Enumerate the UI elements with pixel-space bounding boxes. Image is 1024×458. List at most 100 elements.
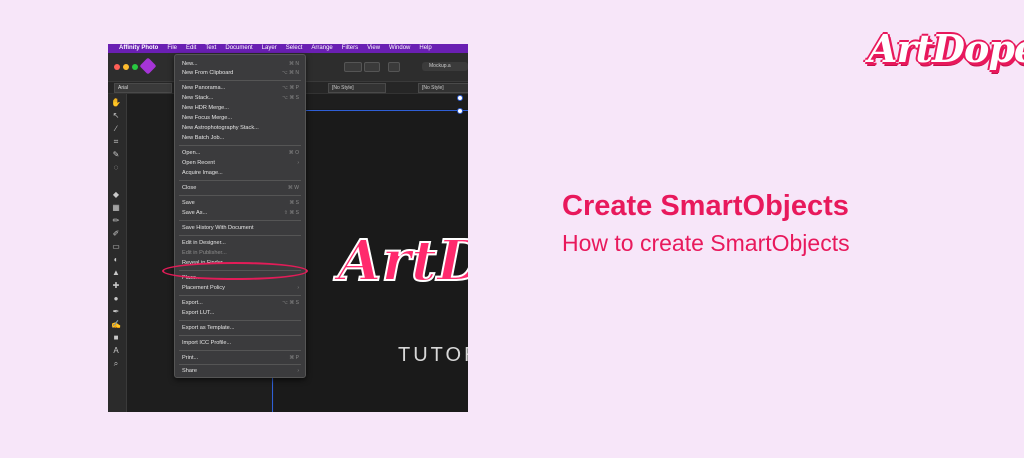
flood-fill-icon[interactable]: ◆: [111, 190, 121, 199]
menu-item-shortcut: ⌘ S: [289, 200, 299, 206]
menu-item-label: Save As...: [182, 210, 208, 216]
character-style-select[interactable]: [No Style]: [418, 83, 468, 93]
blur-tool-icon[interactable]: ●: [111, 294, 121, 303]
menu-item-label: Save History With Document: [182, 225, 254, 231]
menu-item-close[interactable]: Close ⌘ W: [175, 183, 305, 193]
zoom-window-button[interactable]: [132, 64, 138, 70]
menu-separator: [179, 235, 301, 236]
color-picker-icon[interactable]: ∕: [111, 124, 121, 133]
menu-item-label: New HDR Merge...: [182, 105, 229, 111]
menu-item-label: Placement Policy: [182, 285, 225, 291]
menu-item-shortcut: ⇧ ⌘ S: [283, 210, 299, 216]
menu-item-print[interactable]: Print... ⌘ P: [175, 353, 305, 363]
menu-item-export-lut[interactable]: Export LUT...: [175, 308, 305, 318]
paragraph-style-select[interactable]: [No Style]: [328, 83, 386, 93]
menu-item-open-recent[interactable]: Open Recent ›: [175, 158, 305, 168]
selection-handle[interactable]: [457, 108, 463, 114]
subheadline: How to create SmartObjects: [562, 230, 850, 256]
menu-separator: [179, 350, 301, 351]
menu-separator: [179, 320, 301, 321]
menu-item-label: Close: [182, 185, 197, 191]
menu-item-import-icc-profile[interactable]: Import ICC Profile...: [175, 338, 305, 348]
shape-tool-icon[interactable]: ■: [111, 333, 121, 342]
menu-separator: [179, 220, 301, 221]
menu-item-shortcut: ⌥ ⌘ S: [282, 300, 299, 306]
menu-separator: [179, 335, 301, 336]
menu-item-save[interactable]: Save ⌘ S: [175, 198, 305, 208]
menu-item-label: Edit in Designer...: [182, 240, 226, 246]
menu-separator: [179, 145, 301, 146]
view-mode-button[interactable]: [388, 62, 400, 72]
menu-item-export-as-template[interactable]: Export as Template...: [175, 323, 305, 333]
menu-item-label: New Astrophotography Stack...: [182, 125, 259, 131]
close-window-button[interactable]: [114, 64, 120, 70]
menu-separator: [179, 364, 301, 365]
menu-text[interactable]: Text: [205, 44, 216, 53]
crop-tool-icon[interactable]: ⌗: [111, 137, 121, 146]
menu-item-save-as[interactable]: Save As... ⇧ ⌘ S: [175, 208, 305, 218]
font-family-select[interactable]: Arial: [114, 83, 172, 93]
place-highlight-annotation: [162, 262, 308, 280]
snapping-toggle[interactable]: [344, 62, 362, 72]
menu-item-share[interactable]: Share ›: [175, 366, 305, 376]
menu-arrange[interactable]: Arrange: [311, 44, 332, 53]
menu-item-new-astrophotography-stack[interactable]: New Astrophotography Stack...: [175, 123, 305, 133]
clone-tool-icon[interactable]: ▲: [111, 268, 121, 277]
menu-affinity-photo[interactable]: Affinity Photo: [119, 44, 158, 53]
minimize-window-button[interactable]: [123, 64, 129, 70]
menu-item-new-hdr-merge[interactable]: New HDR Merge...: [175, 103, 305, 113]
menu-document[interactable]: Document: [225, 44, 252, 53]
eraser-tool-icon[interactable]: ▭: [111, 242, 121, 251]
menu-item-label: New Batch Job...: [182, 135, 225, 141]
text-tool-icon[interactable]: A: [111, 346, 121, 355]
menu-item-shortcut: ⌥ ⌘ S: [282, 95, 299, 101]
pen-tool-icon[interactable]: ✒: [111, 307, 121, 316]
menu-item-label: Edit in Publisher...: [182, 250, 227, 256]
menu-item-shortcut: ⌘ W: [287, 185, 299, 191]
dodge-tool-icon[interactable]: ◐: [111, 255, 121, 264]
menu-item-new-batch-job[interactable]: New Batch Job...: [175, 133, 305, 143]
selection-brush-icon[interactable]: ✎: [111, 150, 121, 159]
selection-handle[interactable]: [457, 95, 463, 101]
menu-item-label: New Stack...: [182, 95, 214, 101]
menu-file[interactable]: File: [167, 44, 177, 53]
menu-item-label: Save: [182, 200, 195, 206]
menu-item-label: New Panorama...: [182, 85, 226, 91]
menu-item-shortcut: ⌥ ⌘ N: [281, 70, 299, 76]
menu-item-label: Print...: [182, 355, 199, 361]
menu-view[interactable]: View: [367, 44, 380, 53]
menu-separator: [179, 180, 301, 181]
zoom-tool-icon[interactable]: ⌕: [111, 359, 121, 368]
tools-panel: ✋ ↖ ∕ ⌗ ✎ ◌ ◆ ▦ ✏ ✐ ▭ ◐ ▲ ✚ ● ✒ ✍ ■ A ⌕: [108, 94, 127, 412]
menu-item-new-stack[interactable]: New Stack... ⌥ ⌘ S: [175, 93, 305, 103]
menu-filters[interactable]: Filters: [342, 44, 358, 53]
grid-toggle[interactable]: [364, 62, 380, 72]
menu-separator: [179, 195, 301, 196]
lasso-tool-icon[interactable]: ◌: [111, 163, 121, 172]
menu-item-label: Export as Template...: [182, 325, 235, 331]
menu-edit[interactable]: Edit: [186, 44, 196, 53]
gradient-tool-icon[interactable]: ▦: [111, 203, 121, 212]
menu-item-new-panorama[interactable]: New Panorama... ⌥ ⌘ P: [175, 83, 305, 93]
menu-item-save-history[interactable]: Save History With Document: [175, 223, 305, 233]
menu-item-export[interactable]: Export... ⌥ ⌘ S: [175, 298, 305, 308]
menu-select[interactable]: Select: [286, 44, 303, 53]
move-tool-icon[interactable]: ↖: [111, 111, 121, 120]
menu-layer[interactable]: Layer: [262, 44, 277, 53]
submenu-arrow-icon: ›: [297, 368, 299, 374]
view-tool-icon[interactable]: ✋: [111, 98, 121, 107]
menu-item-acquire-image[interactable]: Acquire Image...: [175, 168, 305, 178]
paint-brush-icon[interactable]: ✏: [111, 216, 121, 225]
menu-item-new-focus-merge[interactable]: New Focus Merge...: [175, 113, 305, 123]
menu-item-open[interactable]: Open... ⌘ O: [175, 148, 305, 158]
menu-window[interactable]: Window: [389, 44, 410, 53]
menu-bar: Affinity Photo File Edit Text Document L…: [108, 44, 468, 53]
menu-item-placement-policy[interactable]: Placement Policy ›: [175, 283, 305, 293]
menu-help[interactable]: Help: [419, 44, 431, 53]
pencil-tool-icon[interactable]: ✍: [111, 320, 121, 329]
menu-item-new-from-clipboard[interactable]: New From Clipboard ⌥ ⌘ N: [175, 68, 305, 78]
document-tab[interactable]: Mockup.a: [422, 62, 468, 71]
healing-brush-icon[interactable]: ✚: [111, 281, 121, 290]
pixel-tool-icon[interactable]: ✐: [111, 229, 121, 238]
menu-item-edit-in-designer[interactable]: Edit in Designer...: [175, 238, 305, 248]
